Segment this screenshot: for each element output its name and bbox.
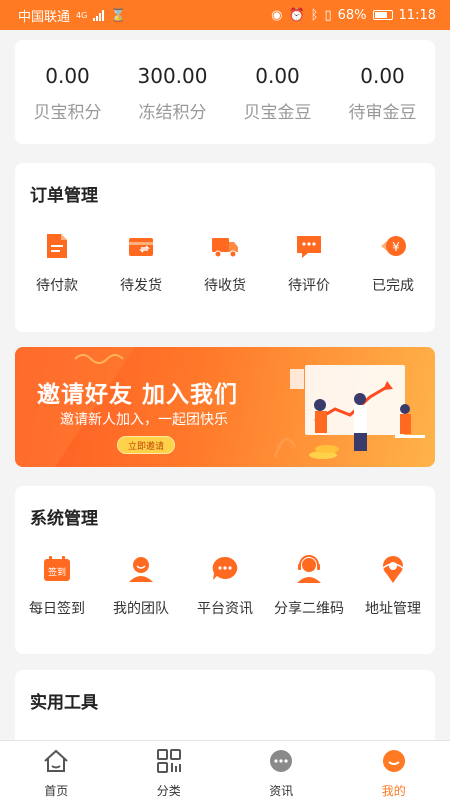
hourglass-icon: ⌛ [110, 7, 127, 23]
order-item-pending-shipment[interactable]: 待发货 [99, 231, 183, 295]
signal-icon [93, 9, 105, 21]
location-pin-icon [378, 554, 408, 584]
balance-label: 待审金豆 [348, 103, 417, 123]
team-icon [126, 554, 156, 584]
chat-bubble-icon [210, 554, 240, 584]
tab-category[interactable]: 分类 [113, 741, 226, 800]
system-item-daily-checkin[interactable]: 签到 每日签到 [15, 554, 99, 618]
system-item-my-team[interactable]: 我的团队 [99, 554, 183, 618]
payment-icon [42, 231, 72, 261]
comment-icon [294, 231, 324, 261]
balance-value: 0.00 [360, 64, 405, 88]
balance-value: 0.00 [45, 64, 90, 88]
balance-item[interactable]: 0.00 贝宝积分 [15, 40, 120, 144]
tab-label: 我的 [381, 784, 406, 798]
system-item-label: 平台资讯 [197, 601, 253, 617]
order-item-label: 待收货 [204, 278, 246, 294]
balance-item[interactable]: 0.00 待审金豆 [330, 40, 435, 144]
tab-home[interactable]: 首页 [0, 741, 113, 800]
balance-item[interactable]: 0.00 贝宝金豆 [225, 40, 330, 144]
profile-icon [381, 749, 407, 777]
system-item-label: 我的团队 [113, 601, 169, 617]
order-management-card: 订单管理 待付款 待发货 待收货 待评价 ¥ 已完成 [15, 163, 435, 332]
system-item-label: 分享二维码 [274, 601, 344, 617]
order-item-completed[interactable]: ¥ 已完成 [351, 231, 435, 295]
banner-headline: 邀请好友 加入我们 [37, 382, 239, 408]
vibrate-icon: ▯ [324, 7, 332, 23]
home-icon [43, 749, 69, 777]
section-title: 系统管理 [30, 509, 98, 529]
system-item-label: 每日签到 [29, 601, 85, 617]
balance-value: 0.00 [255, 64, 300, 88]
balance-label: 冻结积分 [138, 103, 207, 123]
news-icon [268, 749, 294, 777]
battery-icon [372, 10, 393, 20]
carrier-name: 中国联通 [18, 9, 71, 25]
order-item-label: 待付款 [36, 278, 78, 294]
tab-news[interactable]: 资讯 [225, 741, 338, 800]
balance-value: 300.00 [137, 64, 208, 88]
checkin-badge-text: 签到 [48, 566, 66, 578]
tab-label: 首页 [44, 784, 69, 798]
system-item-share-qrcode[interactable]: 分享二维码 [267, 554, 351, 618]
checkin-calendar-icon: 签到 [42, 554, 72, 584]
invite-now-button[interactable]: 立即邀请 [117, 436, 176, 454]
order-item-pending-payment[interactable]: 待付款 [15, 231, 99, 295]
bluetooth-icon: ᛒ [310, 7, 319, 23]
order-item-pending-review[interactable]: 待评价 [267, 231, 351, 295]
system-management-card: 系统管理 签到 每日签到 我的团队 平台资讯 分享二维码 地址管理 [15, 486, 435, 654]
banner-subline: 邀请新人加入，一起团快乐 [60, 412, 228, 428]
balance-card: 0.00 贝宝积分 300.00 冻结积分 0.00 贝宝金豆 0.00 待审金… [15, 40, 435, 144]
network-type: 4G [76, 10, 88, 20]
status-bar: 中国联通 4G ⌛ ◉ ⏰ ᛒ ▯ 68% 11:18 [0, 0, 450, 30]
order-item-label: 已完成 [372, 278, 414, 294]
balance-label: 贝宝金豆 [243, 103, 312, 123]
truck-icon [210, 231, 240, 261]
svg-text:¥: ¥ [392, 240, 400, 254]
tab-label: 资讯 [269, 784, 294, 798]
category-icon [156, 749, 182, 777]
yen-coin-icon: ¥ [378, 231, 408, 261]
package-icon [126, 231, 156, 261]
order-item-label: 待发货 [120, 278, 162, 294]
tab-profile[interactable]: 我的 [338, 741, 450, 800]
clock-time: 11:18 [398, 7, 436, 23]
headset-user-icon [294, 554, 324, 584]
system-item-address-management[interactable]: 地址管理 [351, 554, 435, 618]
tab-label: 分类 [156, 784, 181, 798]
eye-icon: ◉ [271, 7, 283, 23]
order-item-label: 待评价 [288, 278, 330, 294]
order-item-pending-receipt[interactable]: 待收货 [183, 231, 267, 295]
system-icon-row: 签到 每日签到 我的团队 平台资讯 分享二维码 地址管理 [15, 554, 435, 618]
section-title: 实用工具 [30, 693, 98, 713]
balance-label: 贝宝积分 [33, 103, 102, 123]
battery-level: 68% [337, 7, 367, 23]
bottom-tab-bar: 首页 分类 资讯 我的 [0, 740, 450, 800]
section-title: 订单管理 [30, 186, 98, 206]
invite-banner[interactable]: 邀请好友 加入我们 邀请新人加入，一起团快乐 立即邀请 [15, 347, 435, 467]
alarm-icon: ⏰ [288, 7, 305, 23]
balance-item[interactable]: 300.00 冻结积分 [120, 40, 225, 144]
system-item-platform-news[interactable]: 平台资讯 [183, 554, 267, 618]
order-icon-row: 待付款 待发货 待收货 待评价 ¥ 已完成 [15, 231, 435, 295]
system-item-label: 地址管理 [365, 601, 421, 617]
